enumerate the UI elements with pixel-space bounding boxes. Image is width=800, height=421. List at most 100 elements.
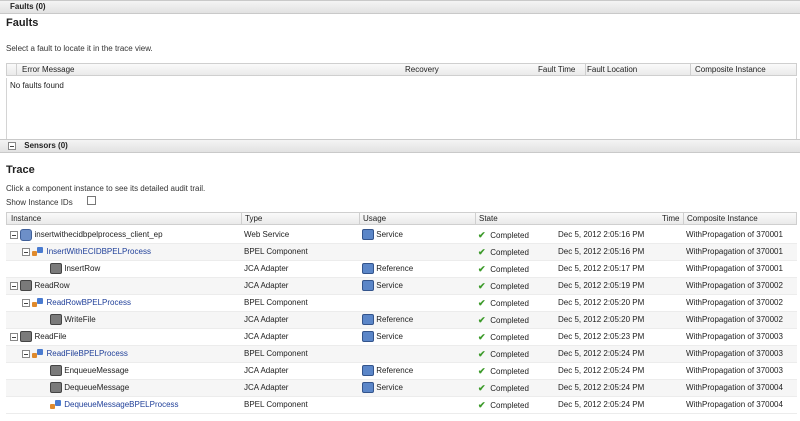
- instance-name: WriteFile: [64, 315, 96, 324]
- col-composite-instance[interactable]: Composite Instance: [687, 213, 758, 224]
- reference-usage-icon: [362, 365, 374, 377]
- collapse-icon[interactable]: [10, 230, 18, 239]
- trace-row[interactable]: insertwithecidbpelprocess_client_ep Web …: [6, 227, 797, 244]
- col-separator: [683, 213, 684, 224]
- show-instance-ids-checkbox[interactable]: [87, 196, 96, 205]
- type-cell: JCA Adapter: [244, 383, 289, 392]
- trace-row[interactable]: ReadFileBPELProcess BPEL Component ✔ Com…: [6, 346, 797, 363]
- checkmark-icon: ✔: [478, 264, 486, 274]
- sensors-section-header[interactable]: Sensors (0): [0, 139, 800, 153]
- trace-row[interactable]: WriteFile JCA Adapter Reference ✔ Comple…: [6, 312, 797, 329]
- usage-cell: Reference: [362, 261, 413, 277]
- type-cell: Web Service: [244, 230, 290, 239]
- trace-row[interactable]: DequeueMessageBPELProcess BPEL Component…: [6, 397, 797, 414]
- sensors-header-label: Sensors (0): [24, 141, 68, 150]
- jca-adapter-icon: [50, 314, 62, 326]
- usage-label: Service: [376, 332, 403, 341]
- time-cell: Dec 5, 2012 2:05:24 PM: [558, 400, 645, 409]
- col-recovery[interactable]: Recovery: [405, 64, 439, 75]
- col-state[interactable]: State: [479, 213, 498, 224]
- checkmark-icon: ✔: [478, 315, 486, 325]
- time-cell: Dec 5, 2012 2:05:20 PM: [558, 298, 645, 307]
- instance-cell: InsertRow: [50, 261, 100, 277]
- composite-cell: WithPropagation of 370003: [686, 332, 783, 341]
- col-composite-instance[interactable]: Composite Instance: [695, 64, 766, 75]
- collapse-icon[interactable]: [22, 298, 30, 307]
- instance-cell: EnqueueMessage: [50, 363, 129, 379]
- checkmark-icon: ✔: [478, 383, 486, 393]
- time-cell: Dec 5, 2012 2:05:19 PM: [558, 281, 645, 290]
- trace-row[interactable]: DequeueMessage JCA Adapter Service ✔ Com…: [6, 380, 797, 397]
- service-usage-icon: [362, 280, 374, 292]
- faults-table-body: [6, 78, 797, 140]
- instance-name: insertwithecidbpelprocess_client_ep: [34, 230, 163, 239]
- col-separator: [359, 213, 360, 224]
- usage-cell: Reference: [362, 363, 413, 379]
- col-usage[interactable]: Usage: [363, 213, 386, 224]
- instance-cell: ReadRow: [10, 278, 70, 294]
- instance-cell: InsertWithECIDBPELProcess: [22, 244, 151, 260]
- type-cell: BPEL Component: [244, 298, 308, 307]
- col-instance[interactable]: Instance: [11, 213, 41, 224]
- instance-link[interactable]: InsertWithECIDBPELProcess: [46, 247, 150, 256]
- state-cell: ✔ Completed: [478, 380, 529, 397]
- col-separator: [16, 64, 17, 75]
- type-cell: BPEL Component: [244, 400, 308, 409]
- bpel-component-icon: [32, 297, 44, 309]
- expand-icon[interactable]: [8, 141, 16, 150]
- usage-cell: Service: [362, 278, 403, 294]
- instance-link[interactable]: DequeueMessageBPELProcess: [64, 400, 178, 409]
- state-label: Completed: [490, 231, 529, 240]
- checkmark-icon: ✔: [478, 281, 486, 291]
- trace-row[interactable]: ReadRowBPELProcess BPEL Component ✔ Comp…: [6, 295, 797, 312]
- composite-cell: WithPropagation of 370002: [686, 281, 783, 290]
- jca-adapter-icon: [50, 365, 62, 377]
- col-separator: [585, 64, 586, 75]
- type-cell: JCA Adapter: [244, 366, 289, 375]
- collapse-icon[interactable]: [10, 281, 18, 290]
- faults-hint: Select a fault to locate it in the trace…: [6, 44, 153, 53]
- col-time[interactable]: Time: [662, 213, 679, 224]
- state-cell: ✔ Completed: [478, 397, 529, 414]
- trace-row[interactable]: InsertWithECIDBPELProcess BPEL Component…: [6, 244, 797, 261]
- time-cell: Dec 5, 2012 2:05:17 PM: [558, 264, 645, 273]
- reference-usage-icon: [362, 263, 374, 275]
- faults-title: Faults: [6, 17, 39, 29]
- instance-link[interactable]: ReadRowBPELProcess: [46, 298, 130, 307]
- col-fault-time[interactable]: Fault Time: [538, 64, 575, 75]
- trace-row[interactable]: ReadRow JCA Adapter Service ✔ Completed …: [6, 278, 797, 295]
- composite-cell: WithPropagation of 370001: [686, 264, 783, 273]
- service-usage-icon: [362, 382, 374, 394]
- state-label: Completed: [490, 333, 529, 342]
- state-label: Completed: [490, 248, 529, 257]
- collapse-icon[interactable]: [22, 349, 30, 358]
- trace-row[interactable]: EnqueueMessage JCA Adapter Reference ✔ C…: [6, 363, 797, 380]
- usage-cell: Reference: [362, 312, 413, 328]
- col-type[interactable]: Type: [245, 213, 262, 224]
- faults-section-header[interactable]: Faults (0): [0, 0, 800, 14]
- trace-hint: Click a component instance to see its de…: [6, 184, 206, 193]
- jca-adapter-icon: [20, 331, 33, 343]
- state-label: Completed: [490, 401, 529, 410]
- trace-row[interactable]: ReadFile JCA Adapter Service ✔ Completed…: [6, 329, 797, 346]
- service-usage-icon: [362, 331, 374, 343]
- web-service-icon: [20, 228, 33, 241]
- faults-table-header: Error Message Recovery Fault Time Fault …: [6, 63, 797, 76]
- state-label: Completed: [490, 316, 529, 325]
- time-cell: Dec 5, 2012 2:05:24 PM: [558, 383, 645, 392]
- type-cell: JCA Adapter: [244, 281, 289, 290]
- col-fault-location[interactable]: Fault Location: [587, 64, 637, 75]
- time-cell: Dec 5, 2012 2:05:24 PM: [558, 366, 645, 375]
- instance-cell: DequeueMessageBPELProcess: [50, 397, 179, 413]
- faults-header-label: Faults (0): [10, 2, 46, 11]
- usage-label: Reference: [376, 315, 414, 324]
- checkmark-icon: ✔: [478, 247, 486, 257]
- collapse-icon[interactable]: [10, 332, 18, 341]
- collapse-icon[interactable]: [22, 247, 30, 256]
- col-error-message[interactable]: Error Message: [22, 64, 74, 75]
- usage-label: Service: [376, 281, 403, 290]
- bpel-component-icon: [50, 399, 62, 411]
- state-cell: ✔ Completed: [478, 312, 529, 329]
- instance-link[interactable]: ReadFileBPELProcess: [46, 349, 127, 358]
- trace-row[interactable]: InsertRow JCA Adapter Reference ✔ Comple…: [6, 261, 797, 278]
